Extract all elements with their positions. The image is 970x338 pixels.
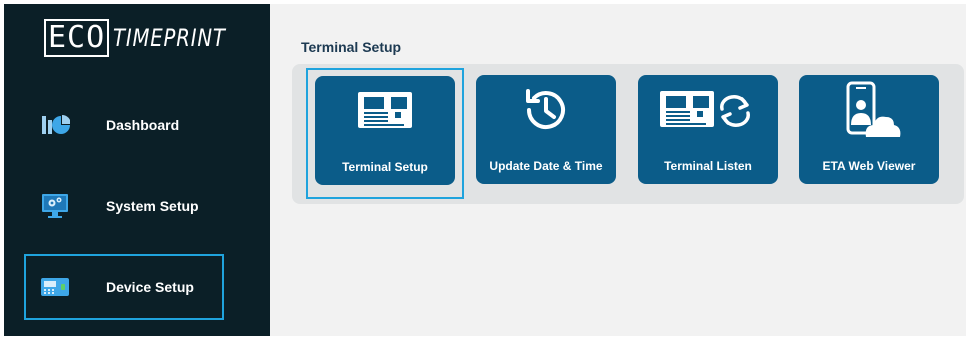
sidebar-item-device-setup[interactable]: Device Setup [24, 254, 224, 320]
main-content: Terminal Setup Terminal Setup Update Dat… [270, 4, 966, 336]
app-logo: ECO TIMEPRINT [44, 18, 251, 58]
sidebar-item-label: Device Setup [106, 279, 194, 295]
tile-panel: Terminal Setup Update Date & Time Termin… [292, 64, 964, 204]
terminal-icon [315, 82, 455, 144]
tile-label: Update Date & Time [489, 159, 603, 173]
logo-timeprint-text: TIMEPRINT [113, 24, 226, 52]
monitor-gears-icon [40, 191, 70, 221]
sidebar: ECO TIMEPRINT Dashboard System Setup Dev… [4, 4, 270, 336]
tile-terminal-setup[interactable]: Terminal Setup [315, 76, 455, 185]
tile-selection-frame: Terminal Setup [306, 68, 464, 199]
tile-label: Terminal Listen [664, 159, 752, 173]
tile-slot: Update Date & Time [468, 68, 626, 199]
logo-eco-text: ECO [44, 19, 110, 57]
sidebar-item-system-setup[interactable]: System Setup [24, 173, 224, 239]
phone-user-cloud-icon [799, 81, 939, 143]
sidebar-item-label: System Setup [106, 198, 199, 214]
sidebar-item-dashboard[interactable]: Dashboard [24, 92, 224, 158]
sidebar-item-label: Dashboard [106, 117, 180, 133]
tile-update-date-time[interactable]: Update Date & Time [476, 75, 616, 184]
tile-label: Terminal Setup [342, 160, 428, 174]
clock-history-icon [476, 81, 616, 143]
page-title: Terminal Setup [301, 39, 402, 55]
tile-slot: Terminal Listen [630, 68, 788, 199]
device-terminal-icon [40, 272, 70, 302]
dashboard-chart-icon [40, 110, 71, 140]
tile-eta-web-viewer[interactable]: ETA Web Viewer [799, 75, 939, 184]
tile-terminal-listen[interactable]: Terminal Listen [638, 75, 778, 184]
terminal-sync-icon [638, 81, 778, 143]
tile-slot: ETA Web Viewer [791, 68, 949, 199]
tile-label: ETA Web Viewer [822, 159, 916, 173]
